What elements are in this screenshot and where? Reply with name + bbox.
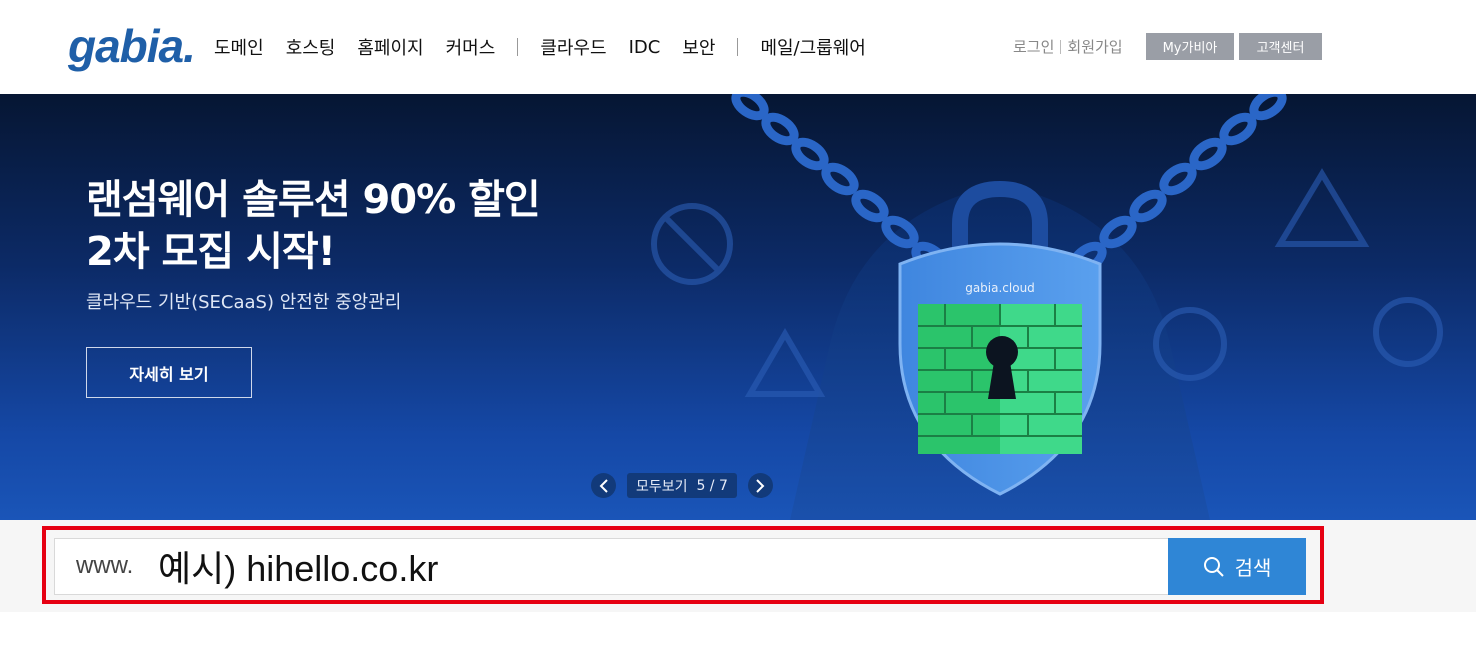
nav-divider	[517, 38, 519, 56]
view-all-slides[interactable]: 모두보기 5 / 7	[627, 473, 737, 498]
login-link[interactable]: 로그인	[1013, 36, 1054, 57]
nav-hosting[interactable]: 호스팅	[286, 34, 336, 60]
customer-center-button[interactable]: 고객센터	[1239, 33, 1322, 60]
gabia-logo[interactable]: gabia.	[68, 20, 196, 72]
chevron-right-icon	[756, 478, 765, 493]
hero-banner: gabia.cloud 랜섬웨어 솔루션 90% 할인 2차 모집 시작! 클라…	[0, 94, 1476, 520]
nav-divider	[737, 38, 739, 56]
pager-total: 7	[718, 477, 728, 494]
pager-current: 5	[696, 477, 706, 494]
signup-link[interactable]: 회원가입	[1067, 36, 1122, 57]
next-slide-button[interactable]	[747, 473, 773, 498]
prev-slide-button[interactable]	[591, 473, 616, 498]
nav-mail-groupware[interactable]: 메일/그룹웨어	[760, 34, 865, 60]
banner-pager: 모두보기 5 / 7	[591, 473, 773, 498]
hero-title: 랜섬웨어 솔루션 90% 할인 2차 모집 시작!	[86, 174, 541, 278]
nav-idc[interactable]: IDC	[629, 37, 661, 58]
mygabia-button[interactable]: My가비아	[1146, 33, 1234, 60]
nav-commerce[interactable]: 커머스	[446, 34, 496, 60]
nav-cloud[interactable]: 클라우드	[540, 34, 606, 60]
site-header: gabia. 도메인 호스팅 홈페이지 커머스 클라우드 IDC 보안 메일/그…	[0, 0, 1476, 94]
hero-title-line1: 랜섬웨어 솔루션 90% 할인	[86, 177, 541, 223]
nav-domain[interactable]: 도메인	[214, 34, 264, 60]
logo-text: gabia.	[68, 20, 196, 72]
ransomware-shield-illustration: gabia.cloud	[651, 94, 1443, 520]
hero-title-line2: 2차 모집 시작!	[86, 229, 336, 275]
nav-homepage[interactable]: 홈페이지	[357, 34, 423, 60]
util-divider	[1060, 39, 1062, 54]
util-links: 로그인 회원가입	[1013, 36, 1123, 57]
main-nav: 도메인 호스팅 홈페이지 커머스 클라우드 IDC 보안 메일/그룹웨어	[214, 34, 888, 60]
highlight-frame	[42, 526, 1324, 604]
nav-security[interactable]: 보안	[682, 34, 715, 60]
pager-label-text: 모두보기	[636, 478, 688, 495]
chevron-left-icon	[599, 478, 608, 493]
view-details-button[interactable]: 자세히 보기	[86, 347, 252, 398]
hero-subtitle: 클라우드 기반(SECaaS) 안전한 중앙관리	[86, 292, 402, 313]
shield-brand-text: gabia.cloud	[965, 281, 1035, 295]
